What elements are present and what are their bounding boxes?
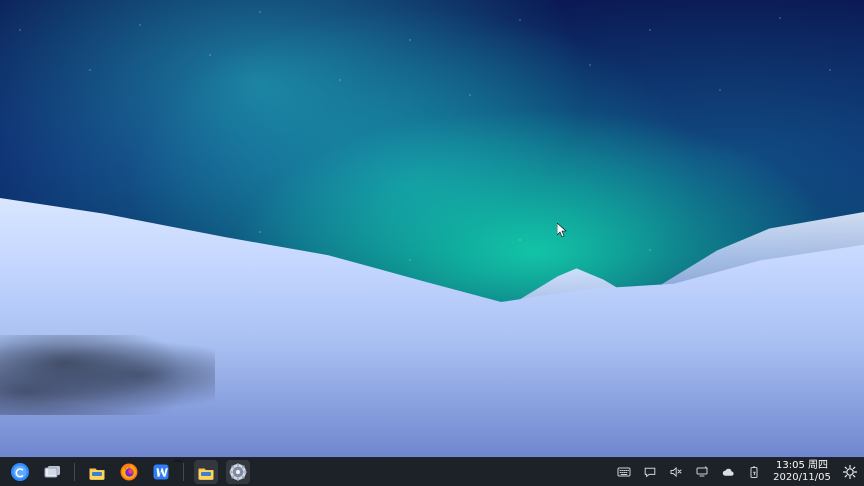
mouse-cursor-icon — [557, 223, 567, 237]
writer-icon — [153, 464, 169, 480]
clock-time: 13:05 周四 — [776, 460, 828, 471]
firefox-button[interactable] — [117, 460, 141, 484]
start-menu-button[interactable] — [8, 460, 32, 484]
network-icon[interactable] — [694, 464, 710, 480]
keyboard-icon[interactable] — [616, 464, 632, 480]
taskbar: 13:05 周四 2020/11/05 — [0, 457, 864, 486]
taskbar-separator — [74, 463, 75, 481]
clock[interactable]: 13:05 周四 2020/11/05 — [772, 460, 832, 484]
cloud-icon[interactable] — [720, 464, 736, 480]
battery-icon[interactable] — [746, 464, 762, 480]
taskbar-apps — [0, 458, 250, 486]
writer-button[interactable] — [149, 460, 173, 484]
clock-date: 2020/11/05 — [773, 472, 831, 483]
desktop-wallpaper[interactable] — [0, 0, 864, 458]
system-tray: 13:05 周四 2020/11/05 — [616, 458, 864, 486]
desktop-switcher-button[interactable] — [40, 460, 64, 484]
theme-icon[interactable] — [842, 464, 858, 480]
firefox-icon — [120, 463, 138, 481]
folder-icon — [89, 468, 105, 480]
folder-icon — [198, 468, 214, 480]
settings-icon — [229, 463, 247, 481]
volume-muted-icon[interactable] — [668, 464, 684, 480]
settings-button[interactable] — [226, 460, 250, 484]
start-menu-icon — [11, 463, 29, 481]
desktop-switcher-icon — [44, 466, 60, 478]
rock-patches — [0, 335, 215, 415]
file-manager-button[interactable] — [85, 460, 109, 484]
taskbar-separator — [183, 463, 184, 481]
chat-icon[interactable] — [642, 464, 658, 480]
file-manager-running-button[interactable] — [194, 460, 218, 484]
